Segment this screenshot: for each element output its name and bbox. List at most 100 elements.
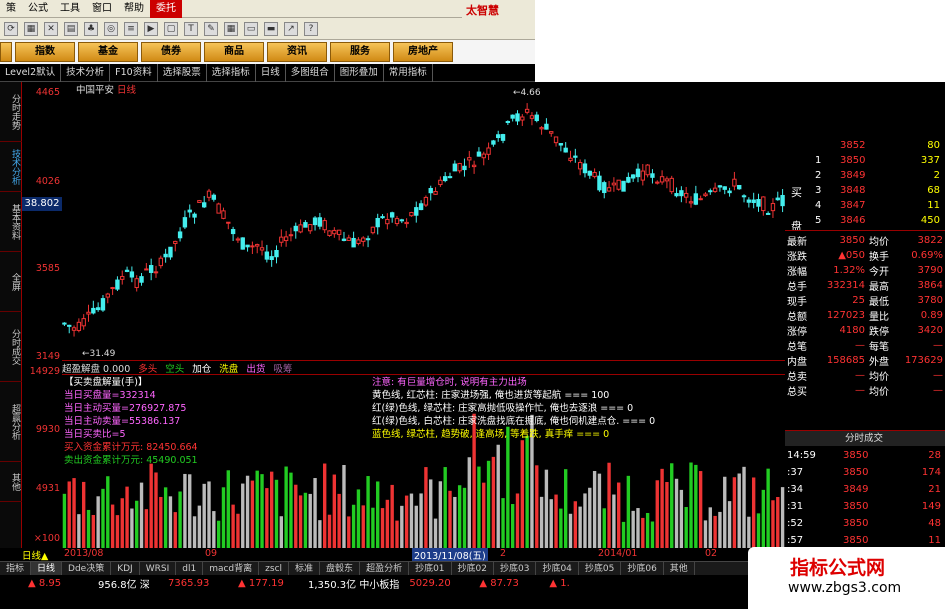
tab-common-indicators[interactable]: 常用指标 xyxy=(384,63,433,82)
menu-strategy[interactable]: 策 xyxy=(0,0,22,18)
nav-button-fund[interactable]: 基金 xyxy=(78,42,138,62)
nav-button-bond[interactable]: 债券 xyxy=(141,42,201,62)
tab-multi-chart[interactable]: 多图组合 xyxy=(286,63,335,82)
indicator-tab[interactable]: 其他 xyxy=(664,561,695,576)
volume-bar xyxy=(419,493,423,548)
tab-select-stock[interactable]: 选择股票 xyxy=(158,63,207,82)
window-icon[interactable]: ▢ xyxy=(164,21,178,36)
menu-window[interactable]: 窗口 xyxy=(86,0,118,18)
volume-bar xyxy=(520,440,524,548)
candle-body xyxy=(250,245,255,248)
close-icon[interactable]: ✕ xyxy=(44,21,58,36)
sidetab-technical[interactable]: 技术分析 xyxy=(0,142,22,192)
nav-button-stock[interactable] xyxy=(0,42,12,62)
menu-order[interactable]: 委托 xyxy=(150,0,182,18)
indicator-tab[interactable]: macd背离 xyxy=(203,561,260,576)
trade-time: :57 xyxy=(787,535,804,546)
sidetab-analysis[interactable]: 超赢分析 xyxy=(0,382,22,462)
stat-value: 25 xyxy=(852,295,865,306)
indicator-tab[interactable]: 抄底02 xyxy=(452,561,494,576)
ticker-item: ▲ 8.95 xyxy=(28,577,62,589)
candle-body xyxy=(211,194,217,200)
volume-bar xyxy=(274,479,279,548)
nav-button-index[interactable]: 指数 xyxy=(15,42,75,62)
tab-level2[interactable]: Level2默认 xyxy=(0,63,62,82)
tree-icon[interactable]: ♣ xyxy=(84,21,98,36)
tab-select-indicator[interactable]: 选择指标 xyxy=(207,63,256,82)
volume-bar xyxy=(597,473,602,548)
list-icon[interactable]: ≡ xyxy=(124,21,138,36)
grid2-icon[interactable]: ▦ xyxy=(224,21,238,36)
candle-body xyxy=(775,197,780,201)
nav-button-service[interactable]: 服务 xyxy=(330,42,390,62)
candle-body xyxy=(539,127,544,130)
tab-daily[interactable]: 日线 xyxy=(256,63,286,82)
play-icon[interactable]: ▶ xyxy=(144,21,158,36)
candle-body xyxy=(582,163,588,174)
arrow-icon[interactable]: ↗ xyxy=(284,21,298,36)
indicator-tab[interactable]: 标准 xyxy=(289,561,321,576)
stat-value: ▲050 xyxy=(838,250,865,261)
indicator-tab[interactable]: 抄底06 xyxy=(621,561,664,576)
indicator-tab[interactable]: zscl xyxy=(259,561,290,576)
indicator-tab[interactable]: 日线 xyxy=(31,561,63,576)
stat-value: — xyxy=(933,340,943,351)
order-level: 1 xyxy=(815,155,822,166)
volume-bar xyxy=(404,495,409,548)
indicator-tab[interactable]: 抄底05 xyxy=(579,561,622,576)
indicator-tab[interactable]: KDJ xyxy=(111,561,140,576)
refresh-icon[interactable]: ⟳ xyxy=(4,21,18,36)
monitor-icon[interactable]: ▭ xyxy=(244,21,258,36)
nav-button-realestate[interactable]: 房地产 xyxy=(393,42,453,62)
indicator-tab[interactable]: dl1 xyxy=(176,561,204,576)
sidetab-basic[interactable]: 基本资料 xyxy=(0,192,22,252)
order-book-row: 3 3848 68 xyxy=(785,183,945,198)
nav-button-commodity[interactable]: 商品 xyxy=(204,42,264,62)
volume-bar xyxy=(776,497,780,548)
menu-tools[interactable]: 工具 xyxy=(54,0,86,18)
sidetab-timeshare[interactable]: 分时走势 xyxy=(0,82,22,142)
volume-bar xyxy=(279,516,283,548)
legend-line: 买入资金累计万元: 82450.664 xyxy=(64,442,198,453)
sidetab-other[interactable]: 其他 xyxy=(0,462,22,502)
sidetab-trades[interactable]: 分时成交 xyxy=(0,312,22,382)
toolbar: ⟳ ▦ ✕ ▤ ♣ ◎ ≡ ▶ ▢ T ✎ ▦ ▭ ▬ ↗ ? xyxy=(0,18,535,40)
tab-f10[interactable]: F10资料 xyxy=(110,63,158,82)
card-icon[interactable]: ▬ xyxy=(264,21,278,36)
note-icon[interactable]: ✎ xyxy=(204,21,218,36)
kline-chart[interactable] xyxy=(62,88,785,360)
help-icon[interactable]: ? xyxy=(304,21,318,36)
menu-help[interactable]: 帮助 xyxy=(118,0,150,18)
trade-volume: 21 xyxy=(928,484,941,495)
indicator-tab[interactable]: 抄底04 xyxy=(536,561,579,576)
indicator-tab[interactable]: 超盈分析 xyxy=(360,561,410,576)
menu-formula[interactable]: 公式 xyxy=(22,0,54,18)
trade-volume: 11 xyxy=(928,535,941,546)
trade-price: 3850 xyxy=(843,518,869,529)
y-tick-top: 4465 xyxy=(35,87,60,98)
volume-bar xyxy=(708,507,712,548)
tab-overlay[interactable]: 图形叠加 xyxy=(335,63,384,82)
order-price: 3852 xyxy=(840,140,866,151)
candle-body xyxy=(659,176,665,183)
candle-body xyxy=(447,176,453,179)
indicator-tab[interactable]: Dde决策 xyxy=(62,561,112,576)
indicator-tab[interactable]: 指标 xyxy=(0,561,32,576)
tab-technical[interactable]: 技术分析 xyxy=(61,63,111,82)
indicator-tab[interactable]: WRSI xyxy=(140,561,177,576)
chart-icon[interactable]: ▤ xyxy=(64,21,78,36)
view-tabs: Level2默认 技术分析 F10资料 选择股票 选择指标 日线 多图组合 图形… xyxy=(0,63,535,82)
indicator-tab[interactable]: 盘毂东 xyxy=(320,561,361,576)
volume-bar xyxy=(549,499,553,548)
indicator-tab[interactable]: 抄底01 xyxy=(409,561,452,576)
volume-bar xyxy=(761,489,765,548)
indicator-tab[interactable]: 抄底03 xyxy=(494,561,537,576)
candle-body xyxy=(703,193,708,197)
sidetab-fullscreen[interactable]: 全屏 xyxy=(0,252,22,312)
grid-icon[interactable]: ▦ xyxy=(24,21,38,36)
binoculars-icon[interactable]: ◎ xyxy=(104,21,118,36)
nav-button-news[interactable]: 资讯 xyxy=(267,42,327,62)
text-icon[interactable]: T xyxy=(184,21,198,36)
trade-row: :52 3850 48 xyxy=(785,516,945,531)
candle-body xyxy=(202,202,207,208)
